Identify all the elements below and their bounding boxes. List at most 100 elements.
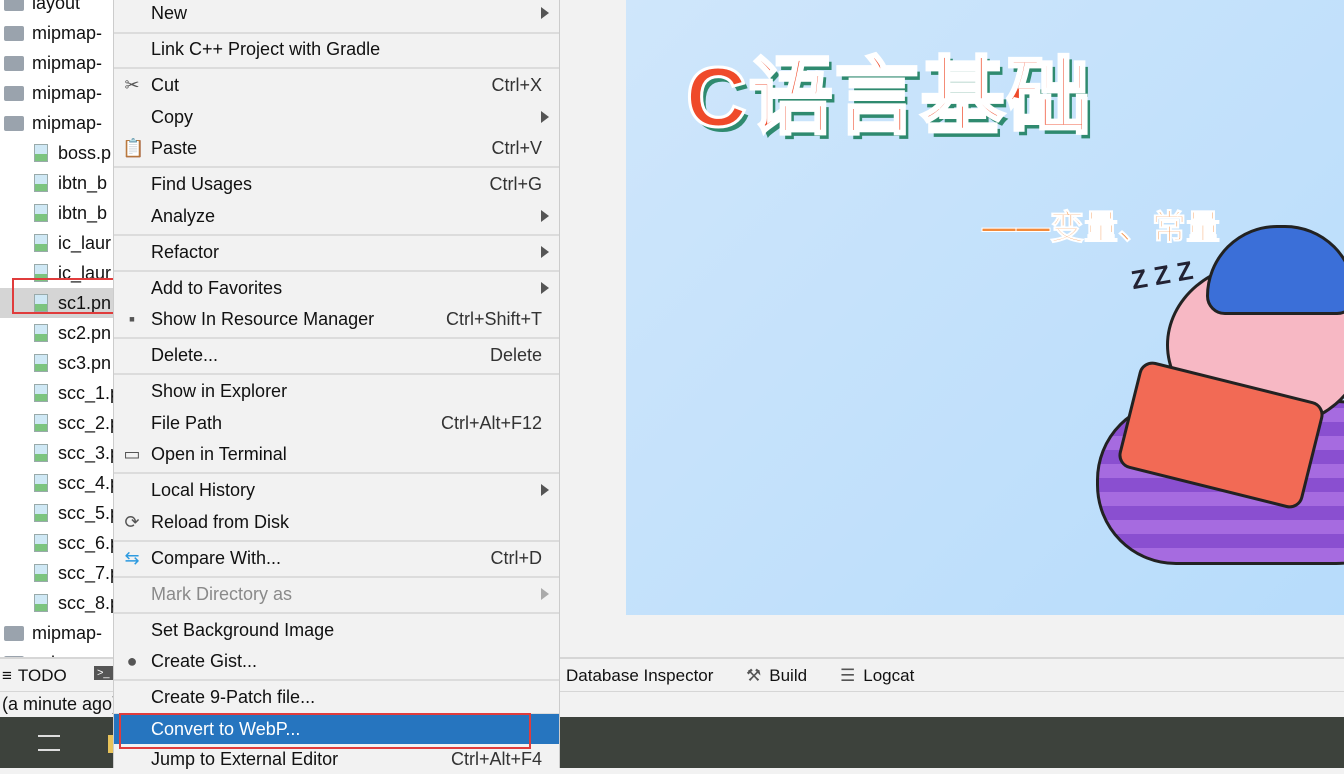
- tab-todo[interactable]: ≡ TODO: [2, 666, 67, 686]
- tree-item-label: scc_7.p: [58, 562, 121, 583]
- image-file-icon: [34, 384, 48, 402]
- context-menu: New Link C++ Project with Gradle ✂ Cut Ctrl+…: [113, 0, 560, 769]
- menu-item-new[interactable]: New: [114, 0, 559, 28]
- image-file-icon: [34, 444, 48, 462]
- menu-item-label: Copy: [151, 106, 194, 127]
- tree-item-label: scc_8.p: [58, 592, 121, 613]
- hammer-icon: ⚒: [746, 666, 762, 685]
- tree-item-label: layout: [32, 0, 81, 13]
- folder-icon: [4, 0, 24, 11]
- submenu-arrow-icon: [541, 7, 549, 19]
- clipboard-icon: 📋: [122, 137, 145, 158]
- image-file-icon: [34, 414, 48, 432]
- list-icon: ≡: [2, 666, 12, 685]
- menu-item-delete[interactable]: Delete... Delete: [114, 340, 559, 370]
- folder-icon: [4, 55, 24, 71]
- image-file-icon: [34, 534, 48, 552]
- menu-item-set-background-image[interactable]: Set Background Image: [114, 615, 559, 645]
- menu-item-label: New: [151, 2, 188, 23]
- menu-item-link-c-project-with-gradle[interactable]: Link C++ Project with Gradle: [114, 34, 559, 64]
- menu-item-label: Delete...: [151, 344, 219, 365]
- menu-item-create-9-patch-file[interactable]: Create 9-Patch file...: [114, 682, 559, 712]
- tree-item-label: sc2.pn: [58, 322, 112, 343]
- submenu-arrow-icon: [541, 210, 549, 222]
- menu-separator: [114, 166, 559, 168]
- submenu-arrow-icon: [541, 282, 549, 294]
- menu-separator: [114, 612, 559, 614]
- menu-item-show-in-resource-manager[interactable]: ▪ Show In Resource Manager Ctrl+Shift+T: [114, 304, 559, 334]
- tab-build-label: Build: [769, 666, 808, 685]
- task-view-icon[interactable]: [38, 735, 60, 751]
- menu-item-refactor[interactable]: Refactor: [114, 237, 559, 267]
- image-file-icon: [34, 234, 48, 252]
- preview-zzz: Z Z Z: [1128, 254, 1196, 296]
- annotation-box-convert-webp: [119, 713, 531, 749]
- tab-logcat[interactable]: ☰ Logcat: [840, 666, 914, 686]
- menu-item-find-usages[interactable]: Find Usages Ctrl+G: [114, 169, 559, 199]
- tree-item-label: mipmap-: [32, 22, 103, 43]
- menu-item-copy[interactable]: Copy: [114, 102, 559, 132]
- tree-item-label: scc_2.p: [58, 412, 121, 433]
- menu-item-shortcut: Ctrl+Shift+T: [445, 308, 542, 329]
- menu-item-label: Create Gist...: [151, 650, 258, 671]
- submenu-arrow-icon: [541, 484, 549, 496]
- menu-separator: [114, 67, 559, 69]
- menu-item-label: Find Usages: [151, 173, 253, 194]
- submenu-arrow-icon: [541, 588, 549, 600]
- tree-item-label: ibtn_b: [58, 172, 108, 193]
- menu-item-file-path[interactable]: File Path Ctrl+Alt+F12: [114, 408, 559, 438]
- menu-item-cut[interactable]: ✂ Cut Ctrl+X: [114, 70, 559, 100]
- tab-todo-label: TODO: [17, 666, 67, 685]
- tab-database-inspector[interactable]: Database Inspector: [566, 666, 713, 686]
- tab-logcat-label: Logcat: [863, 666, 915, 685]
- menu-item-open-in-terminal[interactable]: ▭ Open in Terminal: [114, 439, 559, 469]
- menu-separator: [114, 373, 559, 375]
- tree-item-label: scc_6.p: [58, 532, 121, 553]
- tree-item-label: scc_1.p: [58, 382, 121, 403]
- compare-icon: ⇆: [124, 547, 140, 568]
- image-file-icon: [34, 474, 48, 492]
- terminal-icon: ▭: [123, 443, 141, 464]
- resource-manager-icon: ▪: [128, 308, 136, 329]
- menu-item-shortcut: Ctrl+X: [491, 74, 542, 95]
- menu-item-local-history[interactable]: Local History: [114, 475, 559, 505]
- menu-item-add-to-favorites[interactable]: Add to Favorites: [114, 273, 559, 303]
- tree-item-label: scc_4.p: [58, 472, 121, 493]
- menu-item-shortcut: Ctrl+G: [489, 173, 542, 194]
- tree-item-label: mipmap-: [32, 52, 103, 73]
- image-preview: C语言基础 ——变量、常量 Z Z Z: [626, 0, 1344, 615]
- pig-hat: [1206, 225, 1344, 315]
- tab-terminal[interactable]: >_: [94, 666, 113, 680]
- menu-item-label: Paste: [151, 137, 198, 158]
- tab-build[interactable]: ⚒ Build: [746, 666, 807, 686]
- menu-item-analyze[interactable]: Analyze: [114, 201, 559, 231]
- scissors-icon: ✂: [124, 74, 140, 95]
- menu-item-shortcut: Ctrl+Alt+F4: [450, 748, 542, 769]
- menu-separator: [114, 270, 559, 272]
- menu-separator: [114, 576, 559, 578]
- terminal-icon: >_: [94, 666, 113, 680]
- folder-icon: [4, 625, 24, 641]
- image-file-icon: [34, 204, 48, 222]
- menu-item-label: Compare With...: [151, 547, 282, 568]
- menu-item-label: Reload from Disk: [151, 511, 290, 532]
- tree-item-label: mipmap-: [32, 622, 103, 643]
- menu-item-label: Set Background Image: [151, 619, 335, 640]
- tree-item-label: scc_3.p: [58, 442, 121, 463]
- submenu-arrow-icon: [541, 246, 549, 258]
- menu-item-mark-directory-as[interactable]: Mark Directory as: [114, 579, 559, 609]
- menu-item-label: Open in Terminal: [151, 443, 287, 464]
- menu-item-reload-from-disk[interactable]: ⟳ Reload from Disk: [114, 507, 559, 537]
- preview-title-text: C语言基础: [685, 49, 1093, 146]
- submenu-arrow-icon: [541, 111, 549, 123]
- menu-separator: [114, 234, 559, 236]
- image-file-icon: [34, 324, 48, 342]
- menu-item-paste[interactable]: 📋 Paste Ctrl+V: [114, 133, 559, 163]
- menu-separator: [114, 540, 559, 542]
- menu-item-label: Show In Resource Manager: [151, 308, 375, 329]
- menu-item-compare-with[interactable]: ⇆ Compare With... Ctrl+D: [114, 543, 559, 573]
- menu-item-show-in-explorer[interactable]: Show in Explorer: [114, 376, 559, 406]
- menu-item-label: Add to Favorites: [151, 277, 283, 298]
- menu-item-shortcut: Ctrl+Alt+F12: [440, 412, 542, 433]
- menu-item-create-gist[interactable]: ● Create Gist...: [114, 646, 559, 676]
